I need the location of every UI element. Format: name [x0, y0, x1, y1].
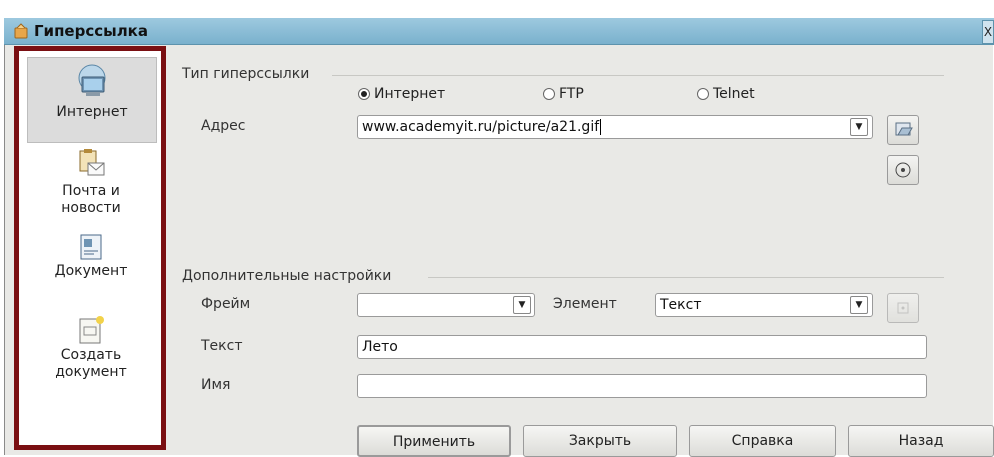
events-icon [897, 302, 909, 314]
document-icon [80, 234, 102, 260]
close-dialog-button[interactable]: Закрыть [523, 425, 677, 457]
frame-dropdown-button[interactable]: ▼ [513, 296, 531, 314]
radio-dot [543, 88, 555, 100]
radio-internet[interactable]: Интернет [358, 86, 445, 102]
name-input[interactable] [357, 374, 927, 398]
element-select[interactable]: Текст [655, 293, 873, 317]
radio-dot [358, 88, 370, 100]
mail-icon [79, 149, 105, 176]
sidebar-item-label: Интернет [56, 104, 128, 120]
frame-select[interactable] [357, 293, 535, 317]
radio-label: FTP [559, 86, 584, 102]
apply-button[interactable]: Применить [357, 425, 511, 457]
window-title: Гиперссылка [34, 22, 148, 40]
element-value: Текст [660, 297, 702, 313]
frame-label: Фрейм [201, 296, 251, 312]
help-button[interactable]: Справка [689, 425, 836, 457]
text-input[interactable]: Лето [357, 335, 927, 359]
sidebar-item-new-document[interactable]: Создать документ [27, 315, 155, 405]
text-label: Текст [201, 338, 243, 354]
sidebar-item-label: Документ [54, 263, 128, 279]
events-button[interactable] [887, 293, 919, 323]
text-value: Лето [362, 339, 398, 355]
address-dropdown-button[interactable]: ▼ [850, 118, 868, 136]
sidebar-item-internet[interactable]: Интернет [27, 57, 157, 143]
address-value: www.academyit.ru/picture/a21.gif [362, 119, 600, 135]
radio-ftp[interactable]: FTP [543, 86, 584, 102]
target-icon [895, 162, 911, 178]
new-document-icon [79, 316, 104, 344]
address-label: Адрес [201, 118, 246, 134]
category-sidebar: Интернет Почта и новости Документ Создат… [14, 46, 166, 450]
open-folder-icon [895, 122, 913, 136]
back-button[interactable]: Назад [848, 425, 994, 457]
app-icon [12, 22, 30, 40]
element-dropdown-button[interactable]: ▼ [850, 296, 868, 314]
sidebar-item-label: Создать документ [55, 347, 127, 380]
radio-dot [697, 88, 709, 100]
sidebar-item-mail[interactable]: Почта и новости [27, 147, 155, 231]
section-divider [332, 75, 944, 76]
advanced-settings-heading: Дополнительные настройки [182, 268, 392, 284]
title-bar: Гиперссылка X [4, 18, 994, 45]
name-label: Имя [201, 377, 231, 393]
radio-telnet[interactable]: Telnet [697, 86, 755, 102]
target-button[interactable] [887, 155, 919, 185]
section-divider [428, 277, 944, 278]
globe-icon [78, 64, 106, 96]
address-input[interactable]: www.academyit.ru/picture/a21.gif [357, 115, 873, 139]
sidebar-item-document[interactable]: Документ [27, 233, 155, 293]
browse-button[interactable] [887, 115, 919, 145]
hyperlink-type-heading: Тип гиперссылки [182, 66, 310, 82]
radio-label: Интернет [374, 86, 446, 102]
element-label: Элемент [553, 296, 617, 312]
radio-label: Telnet [713, 86, 755, 102]
close-button[interactable]: X [982, 20, 994, 44]
sidebar-item-label: Почта и новости [61, 183, 121, 216]
